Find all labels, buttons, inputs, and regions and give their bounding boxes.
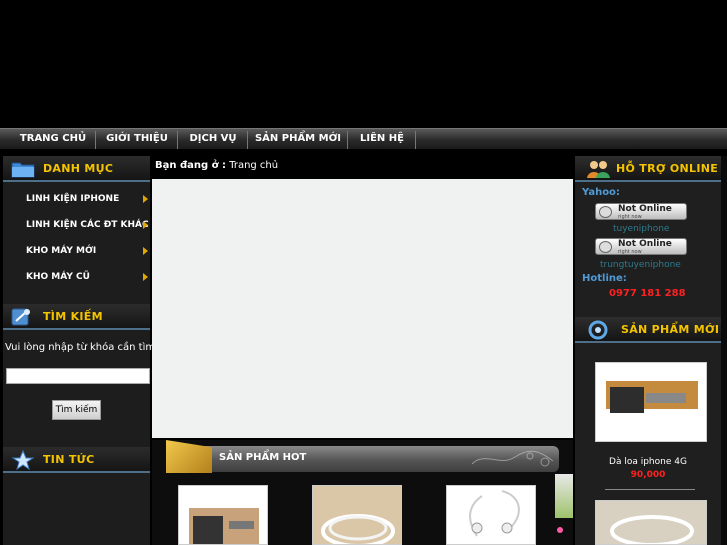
category-item-label: KHO MÁY CŨ (26, 272, 90, 282)
arrow-right-icon (143, 247, 148, 255)
new-products-header: SẢN PHẨM MỚI (575, 317, 721, 343)
floral-decoration-icon (471, 450, 554, 467)
yahoo-status-badge[interactable]: Not Online right now (595, 238, 687, 255)
usb-cable-image (313, 486, 401, 544)
category-title: DANH MỤC (43, 162, 114, 175)
support-people-icon (587, 161, 610, 178)
nav-new-products[interactable]: SẢN PHẨM MỚI (252, 129, 344, 150)
yahoo-username[interactable]: tuyeniphone (613, 224, 669, 234)
arrow-right-icon (143, 195, 148, 203)
nav-divider (95, 131, 96, 149)
yahoo-username[interactable]: trungtuyeniphone (600, 260, 681, 270)
category-item-new-stock[interactable]: KHO MÁY MỚI (3, 238, 150, 264)
banner-area (152, 179, 573, 438)
yahoo-status-sub: right now (618, 249, 642, 255)
category-item-label: LINH KIỆN CÁC ĐT KHÁC (26, 220, 149, 230)
nav-services[interactable]: DỊCH VỤ (182, 129, 244, 150)
usb-cable-image (596, 501, 706, 544)
folder-icon (11, 162, 35, 178)
nav-contact[interactable]: LIÊN HỆ (352, 129, 412, 150)
hotline-label: Hotline: (582, 273, 627, 284)
nav-divider (347, 131, 348, 149)
breadcrumb-current[interactable]: Trang chủ (229, 160, 278, 171)
search-input[interactable] (6, 368, 150, 384)
left-sidebar: DANH MỤC LINH KIỆN IPHONE LINH KIỆN CÁC … (3, 156, 159, 545)
hot-product-image[interactable] (446, 485, 536, 545)
main-nav: TRANG CHỦ GIỚI THIỆU DỊCH VỤ SẢN PHẨM MỚ… (0, 128, 727, 149)
category-header: DANH MỤC (3, 156, 150, 182)
category-item-label: KHO MÁY MỚI (26, 246, 97, 256)
yahoo-label: Yahoo: (582, 187, 620, 198)
news-header: TIN TỨC (3, 447, 150, 473)
yahoo-smiley-icon (599, 241, 612, 253)
earphones-image (469, 490, 520, 537)
yahoo-status-text: Not Online (618, 239, 672, 249)
side-tab[interactable] (555, 474, 573, 518)
star-badge-icon (11, 450, 35, 470)
nav-home[interactable]: TRANG CHỦ (14, 129, 92, 150)
nav-divider (415, 131, 416, 149)
search-title: TÌM KIẾM (43, 310, 103, 323)
arrow-right-icon (143, 273, 148, 281)
nav-divider (177, 131, 178, 149)
new-product-image[interactable] (595, 362, 707, 442)
ring-icon (588, 320, 608, 340)
hot-product-image[interactable] (312, 485, 402, 545)
search-tool-icon (11, 308, 30, 326)
flex-cable-image (189, 508, 259, 544)
nav-about[interactable]: GIỚI THIỆU (100, 129, 174, 150)
hot-products-title: SẢN PHẨM HOT (219, 452, 307, 463)
yahoo-smiley-icon (599, 206, 612, 218)
page-edge (721, 156, 727, 545)
search-header: TÌM KIẾM (3, 304, 150, 330)
new-products-title: SẢN PHẨM MỚI (621, 323, 720, 336)
new-product-image[interactable] (595, 500, 707, 545)
yahoo-status-sub: right now (618, 214, 642, 220)
hot-product-image[interactable] (178, 485, 268, 545)
breadcrumb: Bạn đang ở : Trang chủ (155, 160, 278, 171)
category-item-iphone-parts[interactable]: LINH KIỆN IPHONE (3, 186, 150, 212)
pink-dot-icon (557, 527, 563, 533)
support-header: HỖ TRỢ ONLINE (575, 156, 721, 182)
yahoo-status-text: Not Online (618, 204, 672, 214)
support-title: HỖ TRỢ ONLINE (616, 162, 719, 175)
category-item-label: LINH KIỆN IPHONE (26, 194, 120, 204)
nav-divider (247, 131, 248, 149)
news-title: TIN TỨC (43, 453, 95, 466)
search-button[interactable]: Tìm kiếm (52, 400, 101, 420)
yahoo-status-badge[interactable]: Not Online right now (595, 203, 687, 220)
search-label: Vui lòng nhập từ khóa cần tìm: (5, 342, 159, 353)
divider (605, 489, 695, 490)
right-sidebar: HỖ TRỢ ONLINE Yahoo: Not Online right no… (575, 156, 721, 545)
speaker-flex-image (606, 381, 698, 413)
arrow-right-icon (143, 221, 148, 229)
new-product-name[interactable]: Dà loa iphone 4G (575, 457, 721, 467)
category-item-other-phone-parts[interactable]: LINH KIỆN CÁC ĐT KHÁC (3, 212, 150, 238)
new-product-price: 90,000 (630, 470, 666, 480)
breadcrumb-prefix: Bạn đang ở : (155, 160, 226, 171)
hotline-number: 0977 181 288 (609, 288, 686, 299)
category-item-used-stock[interactable]: KHO MÁY CŨ (3, 264, 150, 290)
